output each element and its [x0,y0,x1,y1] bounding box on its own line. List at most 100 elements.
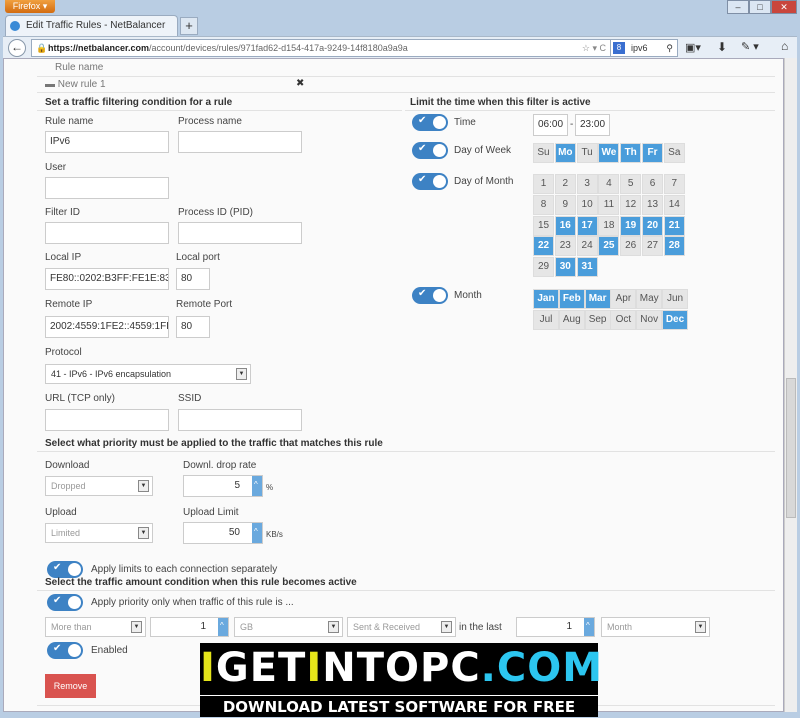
bookmark-star-icon[interactable]: ☆ ▾ C [582,40,606,56]
month-dec[interactable]: Dec [662,309,688,330]
weekday-fr[interactable]: Fr [642,143,663,163]
day-25[interactable]: 25 [598,236,620,257]
apply-each-toggle[interactable] [47,561,83,578]
month-feb[interactable]: Feb [558,289,585,309]
day-29[interactable]: 29 [533,257,554,278]
spinner-icon[interactable] [252,523,262,543]
day-1[interactable]: 1 [533,174,554,194]
pid-input[interactable] [178,222,302,244]
weekday-mo[interactable]: Mo [554,143,576,163]
weekday-su[interactable]: Su [533,143,554,163]
close-window-button[interactable]: ✕ [771,0,797,14]
period-input[interactable]: 1 [516,617,595,637]
close-rule-icon[interactable]: ✖ [296,78,304,89]
day-of-week-toggle[interactable] [412,142,448,159]
period-unit-select[interactable]: Month ▼ [601,617,710,637]
local-port-input[interactable]: 80 [176,268,210,290]
day-4[interactable]: 4 [598,174,620,194]
month-may[interactable]: May [636,289,663,309]
back-arrow-icon[interactable]: ← [8,39,26,57]
day-30[interactable]: 30 [554,257,576,278]
process-name-input[interactable] [178,131,302,153]
month-aug[interactable]: Aug [558,309,585,330]
day-9[interactable]: 9 [554,194,576,215]
spinner-icon[interactable] [252,476,262,496]
search-icon[interactable]: ⚲ [666,40,673,56]
maximize-button[interactable]: □ [749,0,771,14]
month-nov[interactable]: Nov [636,309,663,330]
scrollbar-thumb[interactable] [786,378,796,518]
day-of-month-toggle[interactable] [412,173,448,190]
day-28[interactable]: 28 [663,236,685,257]
day-27[interactable]: 27 [642,236,663,257]
upload-limit-input[interactable]: 50 [183,522,263,544]
remove-button[interactable]: Remove [45,674,96,698]
new-tab-button[interactable]: + [180,17,198,35]
day-19[interactable]: 19 [620,215,642,236]
day-3[interactable]: 3 [576,174,598,194]
day-10[interactable]: 10 [576,194,598,215]
month-jun[interactable]: Jun [662,289,688,309]
month-oct[interactable]: Oct [610,309,637,330]
minimize-button[interactable]: – [727,0,749,14]
filter-id-input[interactable] [45,222,169,244]
drop-rate-input[interactable]: 5 [183,475,263,497]
day-15[interactable]: 15 [533,215,554,236]
spinner-icon[interactable] [218,618,228,636]
user-input[interactable] [45,177,169,199]
apply-only-toggle[interactable] [47,594,83,611]
day-21[interactable]: 21 [663,215,685,236]
search-box[interactable]: 8 ipv6 ⚲ [610,39,678,57]
month-sep[interactable]: Sep [584,309,611,330]
day-17[interactable]: 17 [576,215,598,236]
month-toggle[interactable] [412,287,448,304]
enabled-toggle[interactable] [47,642,83,659]
download-icon[interactable]: ⬇ [717,40,727,54]
day-12[interactable]: 12 [620,194,642,215]
day-24[interactable]: 24 [576,236,598,257]
month-jul[interactable]: Jul [533,309,559,330]
time-to-input[interactable]: 23:00 [575,114,610,136]
url-input[interactable] [45,409,169,431]
day-20[interactable]: 20 [642,215,663,236]
day-2[interactable]: 2 [554,174,576,194]
day-22[interactable]: 22 [533,236,554,257]
day-14[interactable]: 14 [663,194,685,215]
month-mar[interactable]: Mar [584,289,611,309]
rule-item-new-rule[interactable]: ▬ New rule 1 [45,79,106,90]
day-16[interactable]: 16 [554,215,576,236]
remote-port-input[interactable]: 80 [176,316,210,338]
upload-select[interactable]: Limited ▼ [45,523,153,543]
download-select[interactable]: Dropped ▼ [45,476,153,496]
spinner-icon[interactable] [584,618,594,636]
day-13[interactable]: 13 [642,194,663,215]
addon-icon[interactable]: ✎ ▾ [741,40,759,53]
time-from-input[interactable]: 06:00 [533,114,568,136]
scrollbar[interactable] [784,58,797,712]
local-ip-input[interactable]: FE80::0202:B3FF:FE1E:8329 [45,268,169,290]
protocol-select[interactable]: 41 - IPv6 - IPv6 encapsulation ▼ [45,364,251,384]
url-bar[interactable]: 🔒 https://netbalancer.com/account/devices… [31,39,611,57]
compare-select[interactable]: More than ▼ [45,617,146,637]
day-5[interactable]: 5 [620,174,642,194]
unit-select[interactable]: GB ▼ [234,617,343,637]
firefox-menu-button[interactable]: Firefox ▾ [5,0,55,13]
bookmarks-icon[interactable]: ▣▾ [685,41,701,54]
home-icon[interactable]: ⌂ [781,39,788,53]
day-6[interactable]: 6 [642,174,663,194]
day-23[interactable]: 23 [554,236,576,257]
weekday-sa[interactable]: Sa [663,143,685,163]
day-18[interactable]: 18 [598,215,620,236]
time-toggle[interactable] [412,114,448,131]
weekday-we[interactable]: We [598,143,620,163]
day-8[interactable]: 8 [533,194,554,215]
day-7[interactable]: 7 [663,174,685,194]
day-11[interactable]: 11 [598,194,620,215]
day-26[interactable]: 26 [620,236,642,257]
month-jan[interactable]: Jan [533,289,559,309]
weekday-tu[interactable]: Tu [576,143,598,163]
direction-select[interactable]: Sent & Received ▼ [347,617,456,637]
ssid-input[interactable] [178,409,302,431]
rule-name-input[interactable]: IPv6 [45,131,169,153]
amount-input[interactable]: 1 [150,617,229,637]
